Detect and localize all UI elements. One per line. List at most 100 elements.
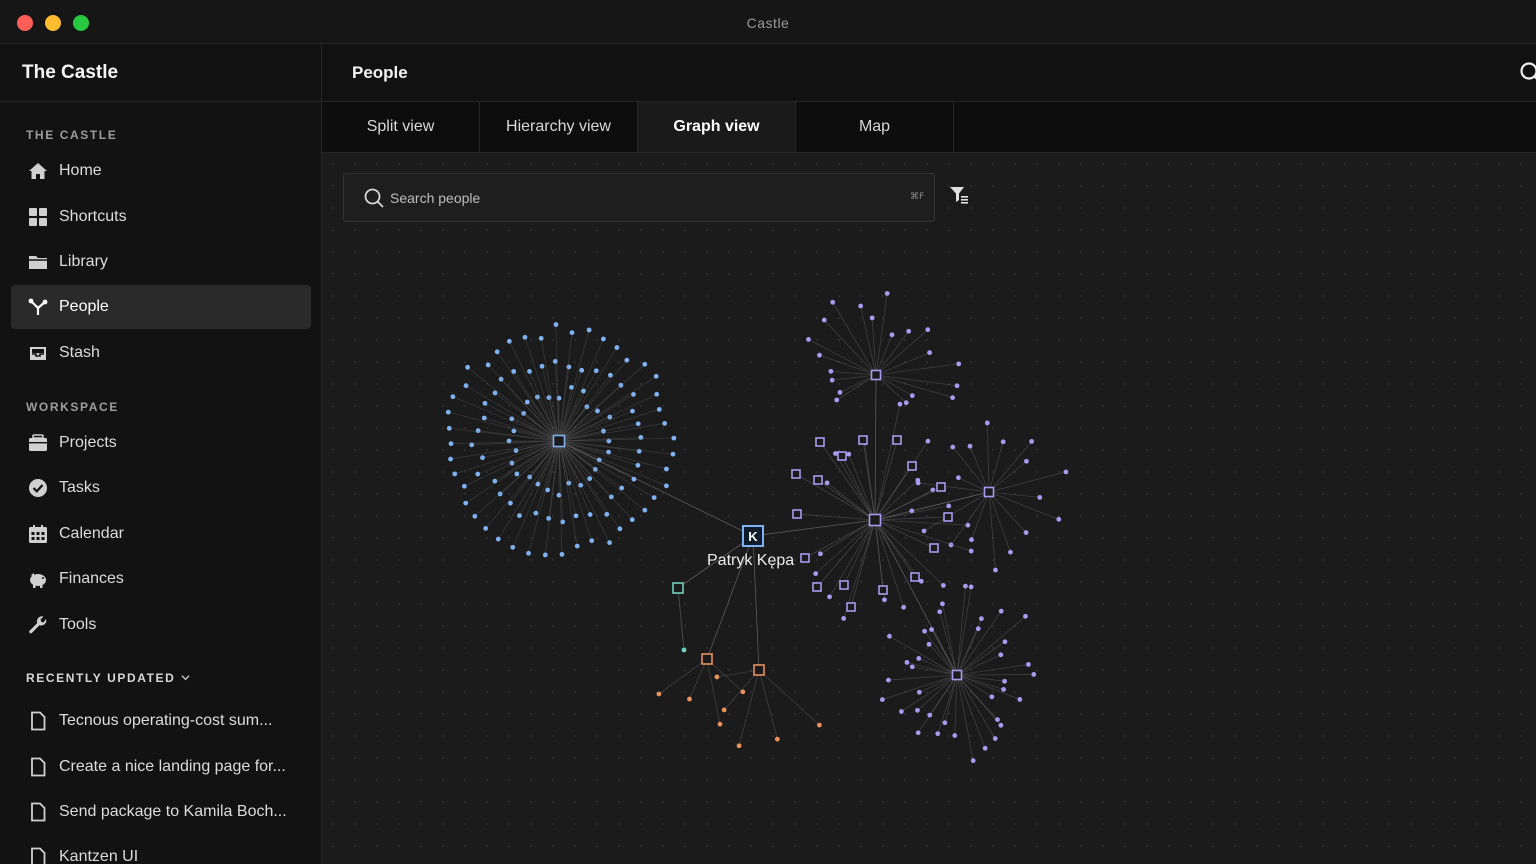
graph-edge: [558, 440, 754, 537]
sidebar-item-library[interactable]: Library: [11, 240, 311, 284]
graph-edge: [449, 427, 560, 442]
graph-edge: [558, 440, 593, 541]
graph-hub-node: [753, 664, 765, 676]
graph-leaf-node: [1023, 530, 1029, 535]
graph-edge: [988, 441, 1032, 493]
graph-leaf-node: [952, 733, 958, 738]
graph-edge: [524, 337, 560, 442]
filter-button[interactable]: [934, 174, 983, 221]
header-bar: People: [322, 44, 1536, 102]
graph-edge: [816, 519, 876, 588]
graph-leaf-node: [817, 551, 823, 557]
graph-leaf-node: [909, 393, 915, 399]
graph-leaf-node: [968, 584, 974, 590]
recent-item[interactable]: Kantzen UI: [11, 835, 311, 864]
graph-leaf-node: [614, 345, 620, 350]
graph-edge: [874, 486, 942, 521]
graph-leaf-node: [869, 315, 875, 321]
graph-leaf-node: [886, 677, 891, 683]
recent-item[interactable]: Send package to Kamila Boch...: [11, 790, 311, 834]
graph-leaf-node: [927, 350, 933, 356]
graph-leaf-node: [450, 394, 456, 400]
document-icon: [27, 710, 49, 732]
tab-hierarchy-view[interactable]: Hierarchy view: [480, 102, 638, 152]
graph-leaf-node: [940, 601, 945, 607]
graph-edge: [988, 491, 1011, 553]
graph-leaf-node: [526, 550, 531, 556]
search-icon[interactable]: [1518, 60, 1536, 86]
graph-leaf-node: [887, 633, 892, 639]
sidebar-item-label: Projects: [59, 434, 117, 451]
recent-item[interactable]: Create a nice landing page for...: [11, 745, 311, 789]
sidebar-item-finances[interactable]: Finances: [11, 557, 311, 601]
graph-hub-node: [813, 475, 823, 485]
graph-edge: [487, 364, 560, 442]
graph-leaf-node: [903, 400, 909, 406]
graph-edge: [829, 519, 876, 598]
sidebar-item-tools[interactable]: Tools: [11, 603, 311, 647]
sidebar-item-calendar[interactable]: Calendar: [11, 512, 311, 556]
sidebar-item-shortcuts[interactable]: Shortcuts: [11, 195, 311, 239]
sidebar-header: The Castle: [0, 44, 321, 102]
people-graph[interactable]: K: [322, 153, 1536, 864]
recently-updated-toggle[interactable]: RECENTLY UPDATED: [0, 671, 190, 685]
graph-leaf-node: [817, 352, 822, 358]
graph-edge: [986, 422, 990, 493]
recent-item[interactable]: Tecnous operating-cost sum...: [11, 699, 311, 743]
sidebar-item-people[interactable]: People: [11, 285, 311, 329]
graph-leaf-node: [687, 696, 692, 702]
focus-node-avatar-icon: K: [748, 529, 758, 544]
graph-edge: [931, 629, 958, 676]
sidebar-item-label: Stash: [59, 344, 100, 361]
sidebar-item-home[interactable]: Home: [11, 149, 311, 193]
graph-edge: [823, 319, 877, 376]
graph-leaf-node: [956, 475, 961, 481]
graph-leaf-node: [921, 528, 927, 534]
graph-edge: [752, 519, 876, 537]
graph-hub-node: [858, 435, 868, 445]
graph-leaf-node: [828, 368, 834, 374]
graph-hub-node: [907, 461, 917, 471]
graph-leaf-node: [465, 364, 470, 370]
graph-edge: [839, 374, 877, 393]
graph-leaf-node: [963, 583, 968, 589]
graph-leaf-node: [569, 330, 575, 335]
tab-graph-view[interactable]: Graph view: [638, 102, 796, 152]
graph-leaf-node: [935, 731, 941, 737]
sidebar-item-stash[interactable]: Stash: [11, 331, 311, 375]
graph-leaf-node: [553, 322, 559, 327]
sidebar-item-tasks[interactable]: Tasks: [11, 466, 311, 510]
graph-canvas[interactable]: K Patryk Kępa ⌘F: [322, 153, 1536, 864]
graph-leaf-node: [714, 674, 720, 680]
graph-leaf-node: [593, 368, 599, 374]
graph-leaf-node: [492, 390, 498, 396]
graph-leaf-node: [841, 616, 847, 621]
graph-leaf-node: [480, 455, 485, 461]
graph-leaf-node: [542, 552, 548, 558]
briefcase-icon: [27, 432, 49, 454]
tab-map[interactable]: Map: [796, 102, 954, 152]
graph-hub-node: [910, 572, 920, 582]
graph-leaf-node: [969, 537, 974, 543]
graph-edge: [758, 669, 820, 726]
graph-leaf-node: [617, 526, 623, 532]
graph-edge: [830, 370, 877, 376]
graph-leaf-node: [954, 383, 960, 389]
graph-leaf-node: [833, 451, 838, 456]
tab-split-view[interactable]: Split view: [322, 102, 480, 152]
graph-leaf-node: [653, 373, 659, 379]
graph-leaf-node: [1017, 697, 1023, 702]
recent-item-label: Kantzen UI: [59, 848, 139, 864]
graph-leaf-node: [573, 513, 579, 519]
graph-leaf-node: [635, 421, 641, 427]
graph-leaf-node: [651, 495, 657, 501]
sidebar: The Castle THE CASTLE Home Shortcuts Lib…: [0, 44, 322, 864]
graph-hub-node: [868, 513, 882, 527]
sidebar-item-projects[interactable]: Projects: [11, 421, 311, 465]
graph-leaf-node: [898, 709, 904, 714]
graph-leaf-node: [1002, 678, 1007, 684]
graph-leaf-node: [662, 420, 668, 426]
search-input[interactable]: [390, 186, 890, 210]
graph-edge: [758, 669, 778, 740]
graph-leaf-node: [607, 540, 613, 546]
